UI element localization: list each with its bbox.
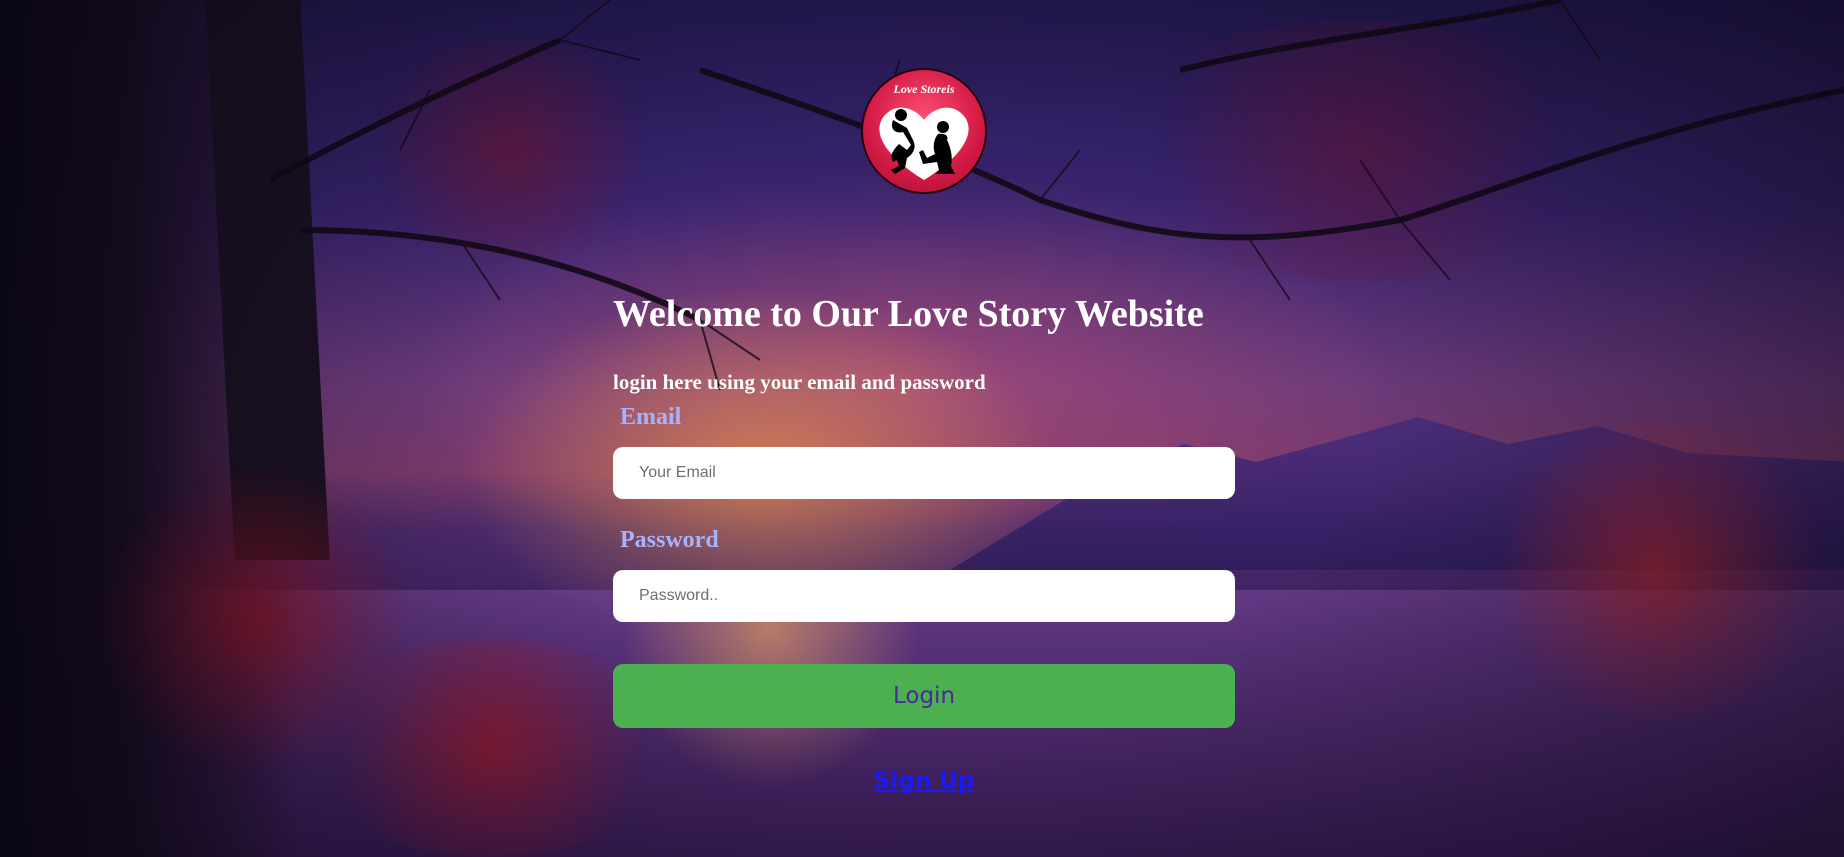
login-button[interactable]: Login	[613, 664, 1235, 728]
logo: Love Storeis	[861, 68, 987, 194]
login-instructions: login here using your email and password	[613, 370, 986, 394]
signup-link[interactable]: Sign Up	[613, 768, 1235, 794]
password-field[interactable]	[613, 570, 1235, 622]
email-label: Email	[620, 404, 682, 430]
couple-heart-icon	[879, 107, 969, 180]
password-label: Password	[620, 527, 719, 553]
page-title: Welcome to Our Love Story Website	[613, 293, 1204, 335]
login-form: Welcome to Our Love Story Website login …	[613, 290, 1235, 794]
email-field[interactable]	[613, 447, 1235, 499]
